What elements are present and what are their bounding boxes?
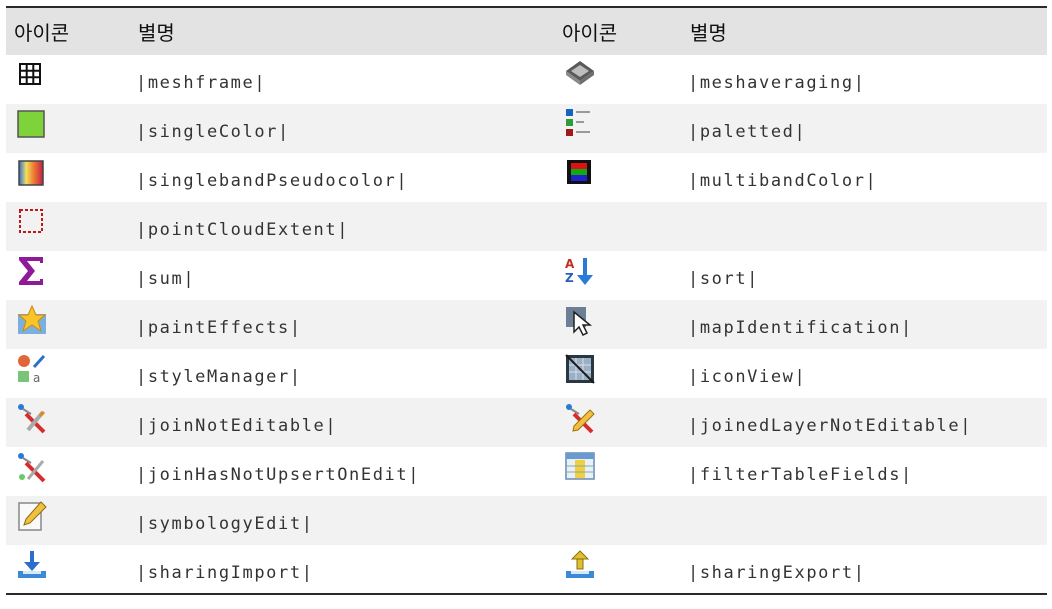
alias-cell: |paintEffects| xyxy=(136,318,302,338)
mesh-grid-icon xyxy=(16,59,48,91)
svg-text:A: A xyxy=(565,257,575,271)
sort-icon: AZ xyxy=(564,255,596,287)
alias-cell: |iconView| xyxy=(688,367,807,387)
alias-cell: |pointCloudExtent| xyxy=(136,220,350,240)
sharing-import-icon xyxy=(16,549,48,581)
table-row: |symbologyEdit| xyxy=(6,496,1047,545)
sharing-export-icon xyxy=(564,549,596,581)
header-icon-2: 아이콘 xyxy=(562,21,618,45)
svg-text:a: a xyxy=(33,371,40,385)
alias-cell: |filterTableFields| xyxy=(688,465,913,485)
map-identification-icon xyxy=(564,304,596,336)
table-row: |paintEffects| |mapIdentification| xyxy=(6,300,1047,349)
alias-cell xyxy=(682,202,1047,251)
alias-cell: |meshframe| xyxy=(136,73,267,93)
style-manager-icon: a xyxy=(16,353,48,385)
multiband-color-icon xyxy=(564,157,596,189)
join-has-not-upsert-icon xyxy=(16,451,48,483)
table-row: |joinHasNotUpsertOnEdit| |filterTableFie… xyxy=(6,447,1047,496)
alias-cell: |joinNotEditable| xyxy=(136,416,338,436)
alias-cell: |joinHasNotUpsertOnEdit| xyxy=(136,465,421,485)
table-row: |pointCloudExtent| xyxy=(6,202,1047,251)
table-row: a |styleManager| |iconView| xyxy=(6,349,1047,398)
alias-cell: |singleColor| xyxy=(136,122,290,142)
alias-cell: |singlebandPseudocolor| xyxy=(136,171,409,191)
table-row: |singleColor| |paletted| xyxy=(6,104,1047,153)
svg-text:Z: Z xyxy=(565,271,574,285)
star-icon xyxy=(16,304,48,336)
sum-icon xyxy=(16,255,48,287)
point-cloud-extent-icon xyxy=(16,206,48,238)
symbology-edit-icon xyxy=(16,500,48,532)
alias-cell: |mapIdentification| xyxy=(688,318,913,338)
mesh-averaging-icon xyxy=(564,59,596,91)
joined-layer-not-editable-icon xyxy=(564,402,596,434)
join-not-editable-icon xyxy=(16,402,48,434)
header-alias-1: 별명 xyxy=(138,21,175,45)
filter-table-fields-icon xyxy=(564,451,596,483)
table-row: |sharingImport| |sharingExport| xyxy=(6,545,1047,594)
alias-cell xyxy=(682,496,1047,545)
alias-cell: |sort| xyxy=(688,269,760,289)
icon-alias-table: 아이콘 별명 아이콘 별명 |meshframe| |meshaveraging… xyxy=(6,6,1047,595)
table-row: |joinNotEditable| |joinedLayerNotEditabl… xyxy=(6,398,1047,447)
table-row: |meshframe| |meshaveraging| xyxy=(6,55,1047,104)
alias-cell: |meshaveraging| xyxy=(688,73,866,93)
icon-view-icon xyxy=(564,353,596,385)
table-row: |sum| AZ |sort| xyxy=(6,251,1047,300)
header-icon-1: 아이콘 xyxy=(14,21,70,45)
table-header-row: 아이콘 별명 아이콘 별명 xyxy=(6,7,1047,55)
table-row: |singlebandPseudocolor| |multibandColor| xyxy=(6,153,1047,202)
alias-cell: |sharingExport| xyxy=(688,563,866,583)
single-color-icon xyxy=(16,108,48,140)
alias-cell: |sharingImport| xyxy=(136,563,314,583)
paletted-icon xyxy=(564,108,596,140)
alias-cell: |joinedLayerNotEditable| xyxy=(688,416,973,436)
alias-cell: |sum| xyxy=(136,269,196,289)
alias-cell: |styleManager| xyxy=(136,367,302,387)
alias-cell: |symbologyEdit| xyxy=(136,514,314,534)
alias-cell: |paletted| xyxy=(688,122,807,142)
pseudocolor-icon xyxy=(16,157,48,189)
alias-cell: |multibandColor| xyxy=(688,171,878,191)
header-alias-2: 별명 xyxy=(690,21,727,45)
